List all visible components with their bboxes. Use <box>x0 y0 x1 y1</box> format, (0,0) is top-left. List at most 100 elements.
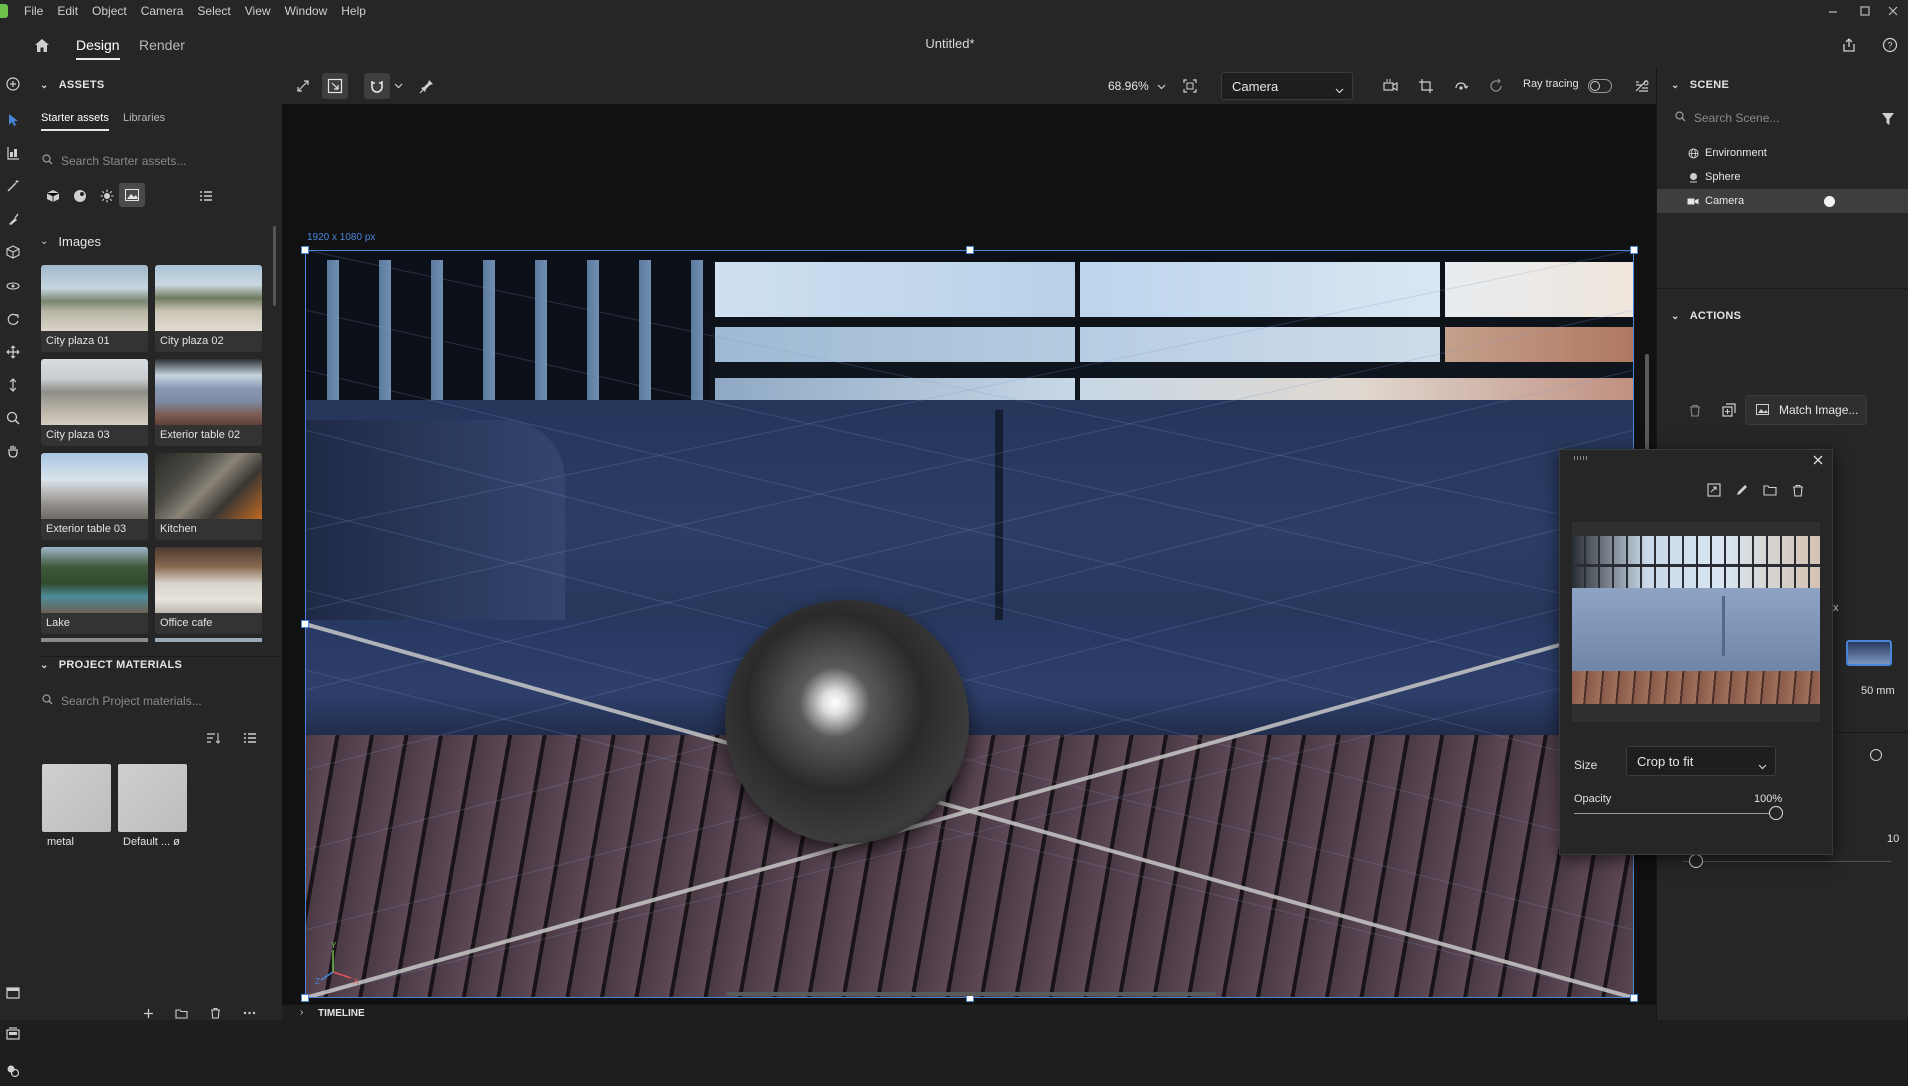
image-asset-city-plaza-02[interactable]: City plaza 02 <box>155 265 262 352</box>
orbit-camera-icon[interactable] <box>1450 76 1472 96</box>
models-filter-icon[interactable] <box>43 186 63 206</box>
viewport[interactable]: Y Z X 1920 x 1080 px <box>282 104 1656 1004</box>
close-icon[interactable] <box>1810 452 1826 468</box>
align-tool-icon[interactable] <box>0 138 26 168</box>
material-swatch-default[interactable]: Default ... ø <box>118 764 187 850</box>
maximize-window-button[interactable] <box>1852 0 1878 22</box>
active-camera-indicator[interactable] <box>1824 196 1835 207</box>
snap-options-chevron-icon[interactable] <box>392 78 404 94</box>
slider-handle[interactable] <box>1689 854 1703 868</box>
assets-scrollbar[interactable] <box>273 226 276 306</box>
match-image-button[interactable]: Match Image... <box>1745 395 1867 425</box>
size-dropdown[interactable]: Crop to fit <box>1626 746 1776 776</box>
hand-tool-icon[interactable] <box>0 436 26 466</box>
resize-handle[interactable] <box>966 246 974 254</box>
scene-section-header[interactable]: ⌄ SCENE <box>1671 76 1729 94</box>
menu-window[interactable]: Window <box>279 4 336 18</box>
resize-handle[interactable] <box>1630 246 1638 254</box>
reset-camera-icon[interactable] <box>1485 76 1507 96</box>
pin-drop-icon[interactable] <box>416 76 438 96</box>
help-icon[interactable]: ? <box>1879 34 1901 56</box>
materials-search-field[interactable]: Search Project materials... <box>42 692 262 710</box>
add-icon[interactable] <box>139 1006 157 1020</box>
menu-edit[interactable]: Edit <box>51 4 86 18</box>
select-tool-icon[interactable] <box>0 105 26 135</box>
tab-render[interactable]: Render <box>139 22 185 68</box>
assets-search-field[interactable]: Search Starter assets... <box>42 152 262 170</box>
assets-section-header[interactable]: ⌄ ASSETS <box>40 76 105 94</box>
tab-libraries[interactable]: Libraries <box>123 112 165 124</box>
menu-view[interactable]: View <box>239 4 279 18</box>
crop-frame-icon[interactable] <box>1415 76 1437 96</box>
list-view-icon[interactable] <box>196 186 216 206</box>
menu-help[interactable]: Help <box>335 4 374 18</box>
render-settings-icon[interactable] <box>1631 76 1653 96</box>
resize-handle[interactable] <box>301 246 309 254</box>
list-view-icon[interactable] <box>240 728 260 748</box>
duplicate-icon[interactable] <box>1719 400 1739 420</box>
sphere-object[interactable] <box>725 600 969 844</box>
frame-selection-icon[interactable] <box>322 73 348 99</box>
tab-starter-assets[interactable]: Starter assets <box>41 112 109 131</box>
scene-item-camera[interactable]: Camera <box>1657 189 1908 213</box>
trash-icon[interactable] <box>206 1006 224 1020</box>
render-canvas[interactable]: Y Z X <box>305 250 1634 998</box>
image-asset-lake[interactable]: Lake <box>41 547 148 634</box>
transform-gizmo-icon[interactable] <box>292 76 314 96</box>
trash-icon[interactable] <box>1788 480 1808 500</box>
menu-file[interactable]: File <box>18 4 51 18</box>
move-tool-icon[interactable] <box>0 337 26 367</box>
image-asset-kitchen[interactable]: Kitchen <box>155 453 262 540</box>
fit-to-screen-icon[interactable] <box>1180 76 1200 96</box>
scene-search-field[interactable]: Search Scene... <box>1675 109 1855 127</box>
resize-handle[interactable] <box>1630 994 1638 1002</box>
sort-icon[interactable] <box>203 728 223 748</box>
folder-icon[interactable] <box>172 1006 190 1020</box>
materials-panel-icon[interactable] <box>0 1056 26 1086</box>
minimize-window-button[interactable] <box>1820 0 1846 22</box>
close-window-button[interactable] <box>1880 0 1906 22</box>
image-asset-exterior-table-02[interactable]: Exterior table 02 <box>155 359 262 446</box>
zoom-level-dropdown[interactable]: 68.96% <box>1108 76 1166 96</box>
rotate-tool-icon[interactable] <box>0 304 26 334</box>
background-image-thumbnail[interactable] <box>1846 640 1892 666</box>
layers-panel-icon[interactable] <box>0 1019 26 1049</box>
trash-icon[interactable] <box>1685 400 1705 420</box>
slider-track[interactable] <box>1683 861 1891 862</box>
camera-view-icon[interactable] <box>1380 76 1402 96</box>
resize-handle[interactable] <box>301 620 309 628</box>
image-asset-city-plaza-01[interactable]: City plaza 01 <box>41 265 148 352</box>
resize-handle[interactable] <box>301 994 309 1002</box>
actions-section-header[interactable]: ⌄ ACTIONS <box>1671 307 1741 325</box>
tab-design[interactable]: Design <box>76 22 120 68</box>
menu-object[interactable]: Object <box>86 4 135 18</box>
scene-item-sphere[interactable]: Sphere <box>1657 165 1908 189</box>
materials-filter-icon[interactable] <box>70 186 90 206</box>
image-asset-office-cafe[interactable]: Office cafe <box>155 547 262 634</box>
menu-select[interactable]: Select <box>191 4 238 18</box>
radio-toggle[interactable] <box>1870 749 1882 761</box>
image-asset-city-plaza-03[interactable]: City plaza 03 <box>41 359 148 446</box>
share-icon[interactable] <box>1838 34 1860 56</box>
image-asset-exterior-table-03[interactable]: Exterior table 03 <box>41 453 148 540</box>
vertical-move-icon[interactable] <box>0 370 26 400</box>
horizontal-scrollbar[interactable] <box>726 992 1216 996</box>
box-primitive-icon[interactable] <box>0 237 26 267</box>
magic-wand-icon[interactable] <box>0 171 26 201</box>
edit-pencil-icon[interactable] <box>1732 480 1752 500</box>
paint-brush-icon[interactable] <box>0 204 26 234</box>
open-folder-icon[interactable] <box>1760 480 1780 500</box>
images-section-header[interactable]: ⌄ Images <box>40 232 101 250</box>
orbit-tool-icon[interactable] <box>0 271 26 301</box>
lights-filter-icon[interactable] <box>97 186 117 206</box>
zoom-tool-icon[interactable] <box>0 403 26 433</box>
drag-handle-icon[interactable] <box>1574 456 1588 460</box>
material-swatch-metal[interactable]: metal <box>42 764 111 850</box>
scene-item-environment[interactable]: Environment <box>1657 141 1908 165</box>
filter-icon[interactable] <box>1879 110 1897 128</box>
project-materials-header[interactable]: ⌄ PROJECT MATERIALS <box>40 656 182 674</box>
ray-tracing-toggle[interactable] <box>1588 79 1612 93</box>
opacity-slider-handle[interactable] <box>1769 806 1783 820</box>
timeline-bar[interactable]: › TIMELINE <box>282 1004 1656 1021</box>
home-icon[interactable] <box>30 35 54 55</box>
